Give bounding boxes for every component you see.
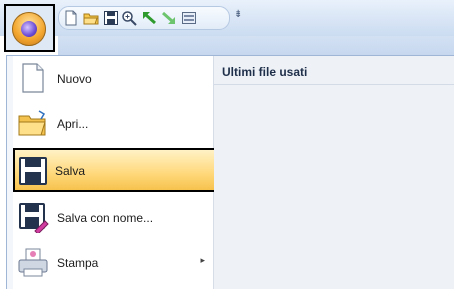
menu-item-label: Apri... bbox=[57, 117, 89, 131]
menu-item-save-as[interactable]: Salva con nome... bbox=[15, 197, 209, 237]
menu-item-open[interactable]: Apri... bbox=[15, 103, 209, 143]
save-as-icon bbox=[19, 203, 49, 233]
open-folder-icon bbox=[18, 110, 46, 136]
ribbon-tab-strip bbox=[58, 36, 454, 57]
orb-center-icon bbox=[21, 21, 37, 37]
redo-icon[interactable] bbox=[161, 10, 177, 26]
new-document-icon bbox=[22, 63, 44, 93]
menu-item-label: Salva bbox=[55, 164, 86, 178]
application-menu: Nuovo Apri... Salva Salva con nome... St… bbox=[6, 55, 454, 289]
save-icon[interactable] bbox=[103, 10, 119, 26]
menu-item-label: Salva con nome... bbox=[57, 211, 154, 225]
menu-item-save[interactable]: Salva bbox=[13, 148, 217, 192]
submenu-arrow-icon: ▸ bbox=[200, 255, 205, 265]
recent-files-pane: Ultimi file usati bbox=[214, 56, 454, 289]
new-icon[interactable] bbox=[63, 10, 79, 26]
undo-icon[interactable] bbox=[141, 10, 157, 26]
print-icon bbox=[18, 248, 48, 277]
recent-files-header: Ultimi file usati bbox=[214, 56, 454, 85]
save-disk-icon bbox=[19, 157, 47, 185]
customize-toolbar-dropdown[interactable]: ⇟ bbox=[234, 9, 242, 20]
menu-item-print[interactable]: Stampa ▸ bbox=[15, 242, 209, 282]
menu-item-label: Stampa bbox=[57, 256, 99, 270]
application-window: ⇟ Nuovo Apri... Salva Salva con nome... … bbox=[0, 0, 454, 289]
toolbar-icon[interactable] bbox=[181, 10, 197, 26]
recent-files-title: Ultimi file usati bbox=[222, 65, 308, 79]
menu-item-new[interactable]: Nuovo bbox=[15, 58, 209, 98]
open-icon[interactable] bbox=[83, 10, 99, 26]
quick-access-toolbar: ⇟ bbox=[0, 0, 454, 36]
orb-icon bbox=[12, 12, 46, 46]
zoom-icon[interactable] bbox=[121, 10, 137, 26]
menu-item-label: Nuovo bbox=[57, 72, 92, 86]
application-menu-button[interactable] bbox=[4, 4, 55, 52]
